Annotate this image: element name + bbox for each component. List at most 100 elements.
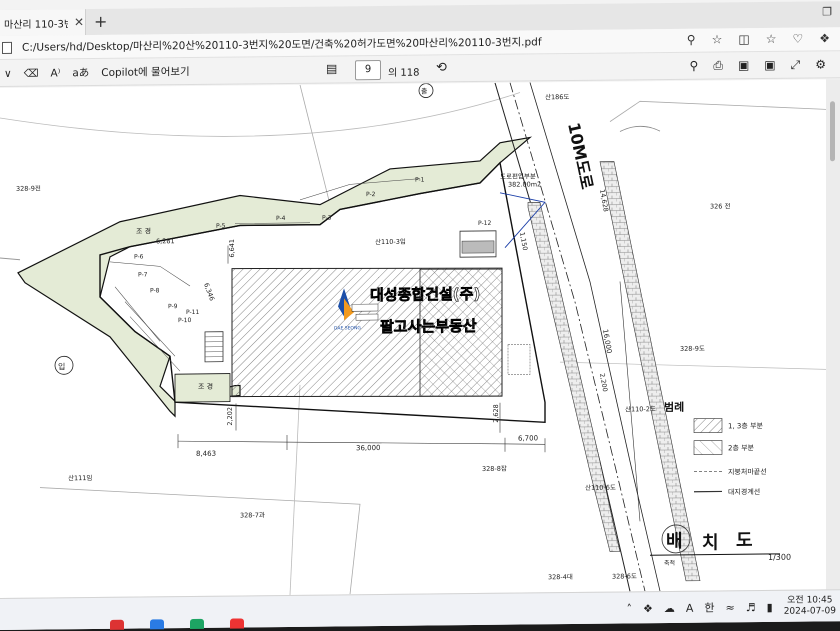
ime-han[interactable]: 한 [704, 600, 714, 616]
clock-time: 오전 10:45 [787, 595, 832, 606]
parking-p4: P-4 [276, 215, 286, 222]
label-box [352, 304, 378, 311]
ime-a[interactable]: A [686, 601, 694, 614]
chevron-up-icon[interactable]: ˄ [627, 602, 633, 615]
parcel-label-2: 산186도 [545, 92, 569, 101]
entrance-mark-top-text: 출 [421, 87, 428, 96]
watermark-company: 대성종합건설(주) [370, 285, 480, 304]
road-area-label: 382.00m2 [508, 180, 541, 188]
parking-p10: P-10 [178, 317, 191, 324]
split-icon[interactable]: ◫ [738, 32, 749, 46]
pdf-document-view[interactable]: 328-9전 산186도 326 전 328-9도 산110-2도 산110-3… [0, 79, 826, 598]
new-tab-button[interactable]: + [94, 12, 107, 31]
retaining-wall [600, 161, 700, 582]
parking-p9: P-9 [168, 303, 178, 310]
favorite-icon[interactable]: ☆ [712, 32, 723, 46]
dim-side-b: 2,628 [492, 404, 500, 423]
rotate-icon[interactable]: ⟲ [436, 60, 447, 75]
contour-line [0, 93, 520, 139]
curve-line [620, 126, 660, 131]
scrollbar-thumb[interactable] [830, 101, 835, 161]
file-icon [2, 41, 12, 53]
app-icon-3[interactable] [190, 619, 204, 629]
browser-essentials-icon[interactable]: ♡ [792, 32, 803, 46]
road-label: 10M도로 [564, 121, 597, 191]
boundary-line [560, 359, 826, 372]
extensions-icon[interactable]: ❖ [819, 31, 830, 45]
parking-p1: P-1 [415, 177, 425, 184]
dim-left-offset: 8,463 [196, 450, 216, 458]
landscape-label-2: 조 경 [198, 382, 213, 391]
structure-fill [462, 241, 494, 253]
parcel-label-6: 산110-3임 [375, 237, 406, 246]
boundary-line [0, 258, 20, 260]
app-icon-4[interactable] [230, 618, 244, 628]
parking-p6: P-6 [134, 253, 144, 260]
copilot-button[interactable]: Copilot에 물어보기 [101, 64, 189, 80]
dim-side-a: 2,202 [226, 407, 234, 426]
tab-title: 마산리 110-3번지 [4, 15, 68, 31]
weather-icon[interactable]: ☁ [664, 601, 675, 614]
parking-p2: P-2 [366, 191, 376, 198]
legend-item-4: 대지경계선 [728, 487, 760, 496]
dim-d7: 1,150 [518, 231, 529, 251]
text-options-button[interactable]: aあ [72, 65, 89, 80]
taskbar-apps [110, 618, 244, 629]
title-char-3: 도 [736, 530, 753, 551]
settings-icon[interactable]: ⚙ [815, 57, 826, 72]
collections-icon[interactable]: ☆ [766, 32, 777, 46]
landscape-label-1: 조 경 [136, 226, 151, 235]
dim-d1: 6,281 [156, 237, 175, 245]
fit-page-icon[interactable]: ▤ [326, 61, 337, 75]
copilot-icon[interactable]: ❖ [643, 602, 653, 615]
legend-title: 범례 [664, 400, 684, 414]
save-icon[interactable]: ▣ [738, 58, 749, 73]
legend-item-1: 1, 3층 부분 [728, 421, 763, 430]
scale-value: 1/300 [768, 553, 791, 562]
wifi-icon[interactable]: ≈ [726, 601, 735, 614]
app-icon-1[interactable] [110, 620, 124, 630]
highlight-dropdown[interactable]: ∨ [4, 67, 12, 79]
logo-text: DAE SEONG [334, 325, 361, 331]
legend-item-3: 지붕처마끝선 [728, 467, 767, 476]
parcel-label-10: 산110-6도 [585, 483, 616, 492]
dim-d6: 2,200 [598, 373, 609, 393]
dim-d2: 6,346 [202, 282, 216, 302]
parking-p8: P-8 [150, 287, 160, 294]
title-underline [650, 554, 780, 555]
app-icon-2[interactable] [150, 619, 164, 629]
title-char-2: 치 [702, 532, 719, 553]
entrance-mark-left-text: 입 [58, 362, 65, 371]
scale-label: 축척 [664, 559, 675, 567]
browser-tab[interactable]: 마산리 110-3번지 ✕ [0, 9, 86, 36]
title-char-1: 배 [666, 531, 683, 552]
boundary-line [40, 484, 360, 597]
dim-right-offset: 6,700 [518, 434, 538, 442]
zoom-icon[interactable]: ⚲ [687, 33, 696, 47]
vertical-scrollbar[interactable] [826, 79, 840, 589]
clock[interactable]: 오전 10:45 2024-07-09 [784, 595, 836, 618]
parking-p12: P-12 [478, 220, 491, 227]
boundary-line [300, 85, 330, 205]
parcel-label-8: 328-7과 [240, 510, 265, 519]
save-as-icon[interactable]: ▣ [764, 58, 775, 73]
url-field[interactable]: C:/Users/hd/Desktop/마산리%20산%20110-3번지%20… [22, 34, 542, 54]
battery-icon[interactable]: ▮ [767, 600, 773, 613]
clock-date: 2024-07-09 [784, 606, 836, 618]
read-aloud-button[interactable]: A⁾ [51, 67, 61, 79]
window-restore-icon[interactable]: ❐ [822, 5, 832, 18]
print-icon[interactable]: ⎙ [713, 58, 723, 73]
parking-p3: P-3 [322, 215, 332, 222]
eraser-icon[interactable]: ⌫ [24, 67, 39, 79]
fullscreen-icon[interactable]: ⤢ [791, 58, 801, 73]
parking-p11: P-11 [186, 309, 199, 316]
label-box [356, 314, 378, 320]
site-plan-drawing: 328-9전 산186도 326 전 328-9도 산110-2도 산110-3… [0, 79, 826, 598]
volume-icon[interactable]: ♬ [746, 601, 756, 614]
search-icon[interactable]: ⚲ [690, 59, 699, 74]
page-number-input[interactable]: 9 [355, 60, 381, 80]
dim-d3: 6,641 [228, 239, 236, 258]
tab-close-icon[interactable]: ✕ [74, 15, 84, 29]
parcel-label-3: 326 전 [710, 201, 730, 210]
watermark-realty: 팔고사는부동산 [380, 317, 477, 336]
